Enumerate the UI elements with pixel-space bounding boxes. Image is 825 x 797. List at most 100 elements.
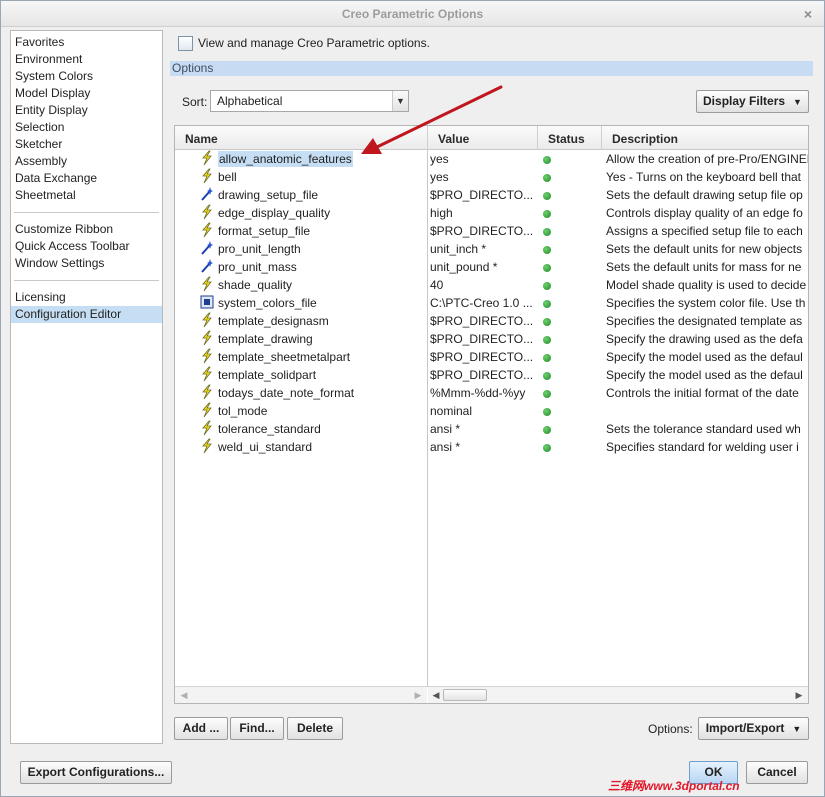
watermark: 三维网www.3dportal.cn [608, 779, 740, 793]
details-horizontal-scrollbar[interactable]: ◀ ▶ [428, 686, 808, 703]
option-description: Assigns a specified setup file to each [606, 224, 803, 238]
option-name: tolerance_standard [218, 420, 424, 438]
scroll-left-icon[interactable]: ◀ [429, 688, 443, 702]
table-row[interactable]: bell yes Yes - Turns on the keyboard bell … [175, 168, 808, 186]
option-name: template_sheetmetalpart [218, 348, 424, 366]
option-value[interactable]: %Mmm-%dd-%yy [430, 384, 540, 402]
scroll-right-icon[interactable]: ▶ [792, 688, 806, 702]
table-row[interactable]: tolerance_standard ansi * Sets the toleran… [175, 420, 808, 438]
column-header-description[interactable]: Description [602, 126, 808, 150]
option-value[interactable]: $PRO_DIRECTO... [430, 186, 540, 204]
table-row[interactable]: todays_date_note_format %Mmm-%dd-%yy Contr… [175, 384, 808, 402]
option-value[interactable]: $PRO_DIRECTO... [430, 222, 540, 240]
nav-item-assembly[interactable]: Assembly [11, 153, 162, 170]
status-ok-icon [543, 390, 551, 398]
add-button[interactable]: Add ... [174, 717, 228, 740]
column-header-name[interactable]: Name [175, 126, 428, 150]
option-value[interactable]: $PRO_DIRECTO... [430, 312, 540, 330]
nav-separator [14, 280, 159, 281]
option-name-text: pro_unit_mass [218, 260, 297, 274]
table-row[interactable]: system_colors_file C:\PTC-Creo 1.0 ... Spe… [175, 294, 808, 312]
status-cell [540, 276, 602, 294]
scroll-left-icon[interactable]: ◀ [177, 688, 191, 702]
option-value[interactable]: $PRO_DIRECTO... [430, 330, 540, 348]
table-row[interactable]: tol_mode nominal [175, 402, 808, 420]
wand-icon [200, 258, 216, 276]
table-row[interactable]: template_drawing $PRO_DIRECTO... Specify t… [175, 330, 808, 348]
table-row[interactable]: weld_ui_standard ansi * Specifies standard… [175, 438, 808, 456]
option-value[interactable]: yes [430, 150, 540, 168]
close-icon[interactable]: × [800, 1, 816, 27]
table-row[interactable]: drawing_setup_file $PRO_DIRECTO... Sets th… [175, 186, 808, 204]
table-row[interactable]: shade_quality 40 Model shade quality is us… [175, 276, 808, 294]
option-value[interactable]: nominal [430, 402, 540, 420]
nav-item-configuration-editor[interactable]: Configuration Editor [11, 306, 162, 323]
display-filters-button[interactable]: Display Filters ▼ [696, 90, 809, 113]
option-value[interactable]: ansi * [430, 438, 540, 456]
lightning-icon [200, 276, 216, 294]
sort-label: Sort: [182, 95, 208, 109]
nav-item-customize-ribbon[interactable]: Customize Ribbon [11, 221, 162, 238]
table-row[interactable]: pro_unit_mass unit_pound * Sets the defaul… [175, 258, 808, 276]
option-name-text: template_designasm [218, 314, 329, 328]
scrollbar-thumb[interactable] [443, 689, 487, 701]
table-row[interactable]: edge_display_quality high Controls display… [175, 204, 808, 222]
nav-item-licensing[interactable]: Licensing [11, 289, 162, 306]
nav-item-model-display[interactable]: Model Display [11, 85, 162, 102]
nav-item-environment[interactable]: Environment [11, 51, 162, 68]
option-value[interactable]: $PRO_DIRECTO... [430, 348, 540, 366]
status-cell [540, 384, 602, 402]
column-header-value[interactable]: Value [428, 126, 538, 150]
table-row[interactable]: template_designasm $PRO_DIRECTO... Specifi… [175, 312, 808, 330]
nav-item-data-exchange[interactable]: Data Exchange [11, 170, 162, 187]
status-cell [540, 402, 602, 420]
option-name: shade_quality [218, 276, 424, 294]
system-icon [200, 294, 216, 312]
option-value[interactable]: C:\PTC-Creo 1.0 ... [430, 294, 540, 312]
nav-item-favorites[interactable]: Favorites [11, 34, 162, 51]
option-value[interactable]: unit_pound * [430, 258, 540, 276]
option-description: Yes - Turns on the keyboard bell that [606, 170, 802, 184]
lightning-icon [200, 366, 216, 384]
option-value[interactable]: ansi * [430, 420, 540, 438]
status-cell [540, 204, 602, 222]
option-value[interactable]: unit_inch * [430, 240, 540, 258]
option-name: pro_unit_length [218, 240, 424, 258]
table-row[interactable]: allow_anatomic_features yes Allow the crea… [175, 150, 808, 168]
nav-item-quick-access-toolbar[interactable]: Quick Access Toolbar [11, 238, 162, 255]
table-row[interactable]: pro_unit_length unit_inch * Sets the defau… [175, 240, 808, 258]
option-name-text: weld_ui_standard [218, 440, 313, 454]
column-header-status[interactable]: Status [538, 126, 602, 150]
option-description: Sets the tolerance standard used wh [606, 422, 801, 436]
export-configurations-button[interactable]: Export Configurations... [20, 761, 172, 784]
status-ok-icon [543, 426, 551, 434]
nav-item-entity-display[interactable]: Entity Display [11, 102, 162, 119]
table-row[interactable]: template_solidpart $PRO_DIRECTO... Specify… [175, 366, 808, 384]
intro-line: View and manage Creo Parametric options. [178, 35, 430, 51]
nav-item-sketcher[interactable]: Sketcher [11, 136, 162, 153]
status-cell [540, 240, 602, 258]
name-horizontal-scrollbar[interactable]: ◀ ▶ [175, 686, 427, 703]
option-description: Controls the initial format of the date [606, 386, 799, 400]
cancel-button[interactable]: Cancel [746, 761, 808, 784]
nav-item-system-colors[interactable]: System Colors [11, 68, 162, 85]
nav-item-sheetmetal[interactable]: Sheetmetal [11, 187, 162, 204]
find-button[interactable]: Find... [230, 717, 284, 740]
delete-button[interactable]: Delete [287, 717, 343, 740]
import-export-button[interactable]: Import/Export ▼ [698, 717, 809, 740]
window-title: Creo Parametric Options [341, 7, 484, 21]
options-dialog: Creo Parametric Options × Favorites Envir… [0, 0, 825, 797]
option-name: template_drawing [218, 330, 424, 348]
sort-dropdown[interactable]: Alphabetical ▼ [210, 90, 409, 112]
scroll-right-icon[interactable]: ▶ [411, 688, 425, 702]
option-name: template_solidpart [218, 366, 424, 384]
option-value[interactable]: $PRO_DIRECTO... [430, 366, 540, 384]
nav-item-window-settings[interactable]: Window Settings [11, 255, 162, 272]
option-value[interactable]: high [430, 204, 540, 222]
nav-item-selection[interactable]: Selection [11, 119, 162, 136]
option-value[interactable]: 40 [430, 276, 540, 294]
option-value[interactable]: yes [430, 168, 540, 186]
table-row[interactable]: template_sheetmetalpart $PRO_DIRECTO... Sp… [175, 348, 808, 366]
table-row[interactable]: format_setup_file $PRO_DIRECTO... Assigns … [175, 222, 808, 240]
status-cell [540, 222, 602, 240]
